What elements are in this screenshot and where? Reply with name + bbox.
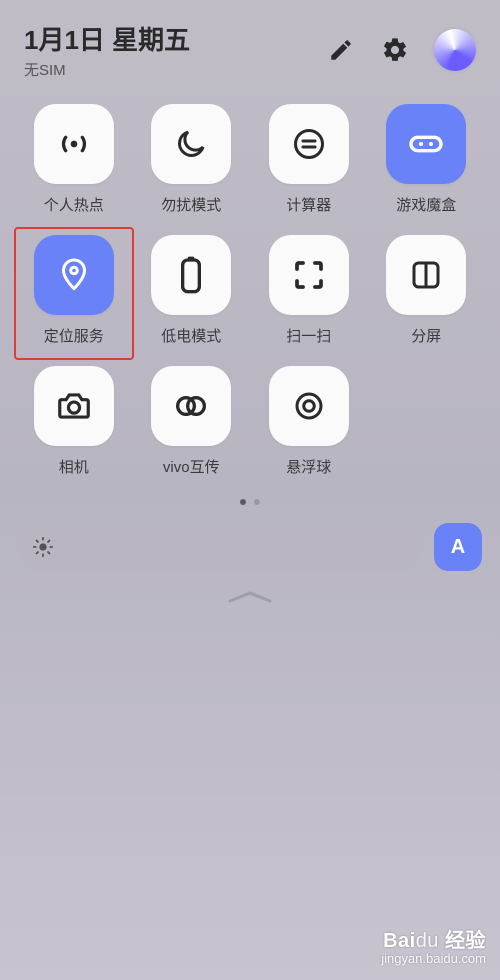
date-text: 1月1日 星期五 [24, 20, 190, 57]
tile-vivoshare[interactable]: vivo互传 [138, 366, 246, 477]
tile-label: 计算器 [286, 194, 331, 215]
dot [254, 499, 260, 505]
splitscreen-icon [386, 235, 466, 315]
quick-settings-grid: 个人热点 勿扰模式 计算器 游戏魔盒 定位服务 低电模式 [0, 86, 500, 477]
tile-hotspot[interactable]: 个人热点 [20, 104, 128, 215]
edit-icon[interactable] [326, 35, 356, 65]
auto-brightness-button[interactable]: A [434, 523, 482, 571]
location-pin-icon [34, 235, 114, 315]
camera-icon [34, 366, 114, 446]
gear-icon[interactable] [380, 35, 410, 65]
brightness-icon [32, 536, 54, 558]
watermark-url: jingyan.baidu.com [381, 952, 486, 966]
tile-scan[interactable]: 扫一扫 [255, 235, 363, 346]
gamepad-icon [386, 104, 466, 184]
date-block: 1月1日 星期五 无SIM [24, 20, 190, 80]
sim-status-text: 无SIM [24, 59, 190, 80]
hotspot-icon [34, 104, 114, 184]
tile-label: 相机 [59, 456, 89, 477]
link-icon [151, 366, 231, 446]
brightness-row: A [18, 523, 482, 571]
tile-gamebox[interactable]: 游戏魔盒 [373, 104, 481, 215]
watermark-logo: Baidu 经验 [381, 930, 486, 952]
tile-location[interactable]: 定位服务 [20, 235, 128, 346]
moon-icon [151, 104, 231, 184]
tile-floatball[interactable]: 悬浮球 [255, 366, 363, 477]
calculator-icon [269, 104, 349, 184]
tile-label: 分屏 [411, 325, 441, 346]
watermark: Baidu 经验 jingyan.baidu.com [381, 930, 486, 966]
dot-active [240, 499, 246, 505]
empty-slot [373, 366, 481, 477]
avatar[interactable] [434, 29, 476, 71]
tile-label: 游戏魔盒 [396, 194, 456, 215]
tile-label: 勿扰模式 [161, 194, 221, 215]
tile-label: 悬浮球 [286, 456, 331, 477]
tile-lowbattery[interactable]: 低电模式 [138, 235, 246, 346]
tile-camera[interactable]: 相机 [20, 366, 128, 477]
brightness-slider[interactable] [18, 523, 422, 571]
tile-label: 定位服务 [44, 325, 104, 346]
notification-header: 1月1日 星期五 无SIM [0, 0, 500, 86]
target-icon [269, 366, 349, 446]
page-indicator [0, 499, 500, 505]
auto-brightness-label: A [451, 536, 465, 559]
tile-label: vivo互传 [163, 456, 220, 477]
tile-label: 低电模式 [161, 325, 221, 346]
tile-splitscreen[interactable]: 分屏 [373, 235, 481, 346]
drag-handle[interactable] [0, 589, 500, 607]
tile-label: 扫一扫 [286, 325, 331, 346]
tile-calculator[interactable]: 计算器 [255, 104, 363, 215]
battery-icon [151, 235, 231, 315]
scan-icon [269, 235, 349, 315]
tile-dnd[interactable]: 勿扰模式 [138, 104, 246, 215]
tile-label: 个人热点 [44, 194, 104, 215]
header-actions [326, 29, 476, 71]
highlight-box: 定位服务 [14, 227, 134, 360]
